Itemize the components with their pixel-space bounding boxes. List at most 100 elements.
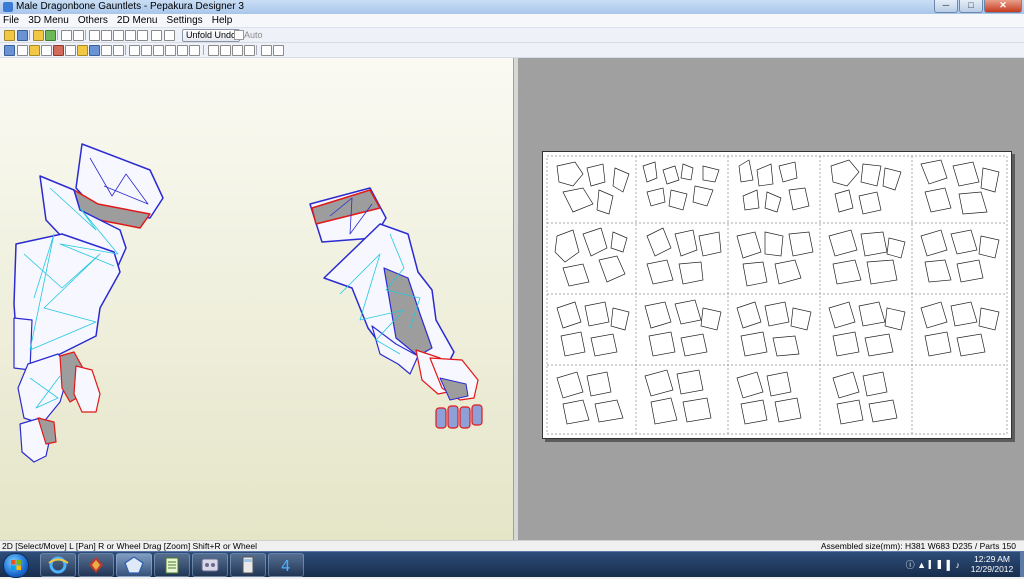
- print-icon[interactable]: [77, 45, 88, 56]
- taskbar-notepad-button[interactable]: [154, 553, 190, 577]
- status-bar: 2D [Select/Move] L [Pan] R or Wheel Drag…: [0, 540, 1024, 551]
- texture-icon[interactable]: [45, 30, 56, 41]
- app-icon: [89, 557, 103, 573]
- view-3d-pane[interactable]: [0, 58, 513, 540]
- align-right-icon[interactable]: [232, 45, 243, 56]
- parts-page-17: [644, 369, 712, 425]
- zoom-icon[interactable]: [261, 45, 272, 56]
- toolbar-edit: [0, 43, 1024, 58]
- align-top-icon[interactable]: [244, 45, 255, 56]
- parts-page-15: [920, 301, 1000, 357]
- separator: [203, 45, 204, 55]
- menu-help[interactable]: Help: [209, 14, 236, 27]
- parts-page-16: [556, 371, 624, 425]
- taskbar: 4 ⓘ ▲ ▎▍▌ ♪ 12:29 AM 12/29/2012: [0, 551, 1024, 578]
- taskbar-calculator-button[interactable]: [230, 553, 266, 577]
- parts-page-14: [828, 301, 906, 357]
- view-icon[interactable]: [151, 30, 162, 41]
- unfold-undo-button[interactable]: Unfold Undo: [182, 29, 241, 42]
- app4-icon: 4: [281, 557, 291, 575]
- window-title: Male Dragonbone Gauntlets - Pepakura Des…: [16, 1, 244, 12]
- parts-page-4: [830, 159, 902, 215]
- parts-page-9: [828, 229, 906, 285]
- close-button[interactable]: ✕: [984, 0, 1022, 13]
- clock-time: 12:29 AM: [974, 554, 1010, 564]
- copy-icon[interactable]: [125, 30, 136, 41]
- layout-icon[interactable]: [65, 45, 76, 56]
- show-desktop-button[interactable]: [1020, 552, 1024, 577]
- help-icon[interactable]: ⓘ: [906, 560, 915, 570]
- unfolded-parts-layout: [546, 155, 1008, 435]
- auto-label: Auto: [244, 30, 263, 40]
- taskbar-pepakura-button[interactable]: [116, 553, 152, 577]
- grid-icon[interactable]: [165, 45, 176, 56]
- parts-page-2: [642, 161, 720, 211]
- parts-page-6: [554, 227, 628, 287]
- scale-icon[interactable]: [89, 45, 100, 56]
- menu-file[interactable]: File: [0, 14, 22, 27]
- start-button[interactable]: [3, 553, 29, 578]
- select-icon[interactable]: [4, 45, 15, 56]
- separator: [29, 30, 30, 40]
- menu-others[interactable]: Others: [75, 14, 111, 27]
- unfold-icon[interactable]: [33, 30, 44, 41]
- parts-page-7: [646, 227, 722, 285]
- app-icon: [3, 2, 13, 12]
- signal-icon[interactable]: ▎▍▌: [929, 560, 953, 570]
- calculator-icon: [242, 556, 254, 574]
- window-icon[interactable]: [164, 30, 175, 41]
- join-tool-icon[interactable]: [113, 30, 124, 41]
- ie-icon: [48, 556, 69, 574]
- volume-icon[interactable]: ♪: [956, 560, 961, 570]
- text-icon[interactable]: [41, 45, 52, 56]
- redo-icon[interactable]: [73, 30, 84, 41]
- parts-page-5: [920, 159, 1000, 215]
- toolbar-main: Unfold Undo Auto: [0, 28, 1024, 43]
- save-icon[interactable]: [17, 30, 28, 41]
- paint-icon[interactable]: [29, 45, 40, 56]
- windows-logo-icon: [11, 560, 21, 570]
- rotate-icon[interactable]: [137, 30, 148, 41]
- flip-icon[interactable]: [101, 45, 112, 56]
- parts-page-8: [736, 231, 814, 287]
- menu-settings[interactable]: Settings: [164, 14, 206, 27]
- cut-icon[interactable]: [53, 45, 64, 56]
- menu-3d[interactable]: 3D Menu: [25, 14, 72, 27]
- open-icon[interactable]: [4, 30, 15, 41]
- move-icon[interactable]: [17, 45, 28, 56]
- align-center-icon[interactable]: [220, 45, 231, 56]
- parts-page-12: [644, 299, 722, 357]
- notepad-icon: [165, 557, 179, 574]
- window-controls: ─ □ ✕: [933, 0, 1022, 13]
- menu-2d[interactable]: 2D Menu: [114, 14, 161, 27]
- taskbar-media-button[interactable]: [192, 553, 228, 577]
- arrange-icon[interactable]: [153, 45, 164, 56]
- zoom-fit-icon[interactable]: [273, 45, 284, 56]
- view-2d-pane[interactable]: [518, 58, 1024, 540]
- auto-checkbox[interactable]: [234, 30, 244, 40]
- flap-tool-icon[interactable]: [101, 30, 112, 41]
- align-icon[interactable]: [177, 45, 188, 56]
- undo-icon[interactable]: [61, 30, 72, 41]
- maximize-button[interactable]: □: [959, 0, 983, 13]
- separator: [125, 45, 126, 55]
- tray-expand-icon[interactable]: ▲: [917, 560, 926, 570]
- separator: [85, 30, 86, 40]
- taskbar-app-button[interactable]: [78, 553, 114, 577]
- separator: [57, 30, 58, 40]
- edge-tool-icon[interactable]: [89, 30, 100, 41]
- status-assembled-size: Assembled size(mm): H381 W683 D235 / Par…: [820, 541, 1016, 551]
- align-left-icon[interactable]: [208, 45, 219, 56]
- split-icon[interactable]: [129, 45, 140, 56]
- taskbar-ie-button[interactable]: [40, 553, 76, 577]
- merge-icon[interactable]: [141, 45, 152, 56]
- parts-page-1: [556, 161, 630, 215]
- distribute-icon[interactable]: [189, 45, 200, 56]
- rotate-part-icon[interactable]: [113, 45, 124, 56]
- taskbar-app4-button[interactable]: 4: [268, 553, 304, 577]
- separator: [256, 45, 257, 55]
- parts-page-3: [738, 159, 810, 213]
- clock[interactable]: 12:29 AM 12/29/2012: [966, 554, 1018, 574]
- minimize-button[interactable]: ─: [934, 0, 958, 13]
- paper-layout: [542, 151, 1012, 439]
